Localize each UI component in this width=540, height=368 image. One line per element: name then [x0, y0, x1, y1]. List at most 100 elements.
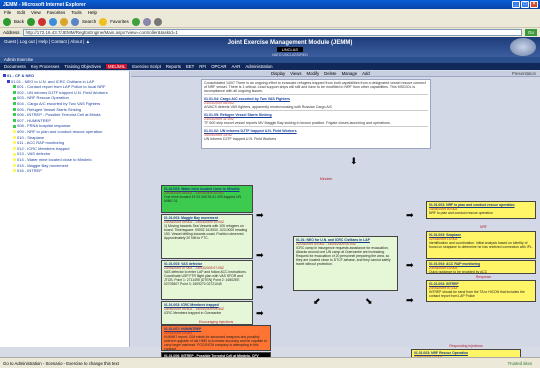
refresh-icon[interactable]	[49, 17, 58, 26]
classification-badge: UNCLAS	[276, 47, 304, 52]
go-button[interactable]: Go	[524, 29, 537, 36]
arrow-right-icon: ➡	[256, 210, 264, 220]
classification-label: NATO UNCLASSIFIED	[272, 53, 308, 57]
status-bar: Go to Administration - Scenario - Exerci…	[0, 357, 540, 368]
arrow-down-icon: ⬇	[350, 156, 358, 166]
presentation-link[interactable]: Presentation	[512, 71, 540, 76]
status-square-icon	[13, 124, 16, 128]
forward-icon[interactable]	[27, 17, 36, 26]
browser-window: JEMM - Microsoft Internet Explorer _ □ ×…	[0, 0, 540, 368]
action-add[interactable]: Add	[362, 71, 370, 76]
status-square-icon	[13, 135, 16, 139]
action-display[interactable]: Display	[271, 71, 285, 76]
status-square-icon	[13, 152, 16, 156]
message-item[interactable]: 01.01.02: UN informs DJTF trapped U.N. F…	[204, 129, 428, 141]
back-icon[interactable]	[3, 17, 11, 26]
response-label: Response	[475, 275, 492, 279]
nav-documents[interactable]: Documents	[4, 64, 26, 69]
event-body: ICRC camp in insurgence requests assista…	[296, 246, 391, 266]
nav-administration[interactable]: Administration	[245, 64, 272, 69]
nav-mel-mil[interactable]: MEL/MIL	[106, 64, 128, 69]
address-bar: Address http://172.16.43.7/JEMM/RegExEng…	[0, 28, 540, 37]
message-item[interactable]: 01.01.04: Cargo A/C escorted by Two VAS …	[204, 97, 428, 109]
favorites-label[interactable]: Favorites	[110, 19, 129, 24]
minimize-button[interactable]: _	[512, 1, 520, 8]
search-icon[interactable]	[71, 17, 80, 26]
event-card[interactable]: 01.01.003: INTREP 23/03/2009 07:21Z INTR…	[426, 280, 536, 302]
event-body: Identification and coordination. Initial…	[429, 241, 533, 249]
event-body: NRF to plan and conduct rescue operation	[429, 211, 493, 215]
menu-view[interactable]: View	[31, 10, 41, 15]
event-card[interactable]: 01.01.003: ACC RAP monitoring 23/03/2009…	[426, 260, 536, 274]
responding-label: Responding Injections	[449, 344, 483, 348]
status-square-icon	[13, 102, 16, 106]
stop-icon[interactable]	[38, 17, 47, 26]
main-nav: Documents Key Processes Training Objecti…	[0, 63, 540, 70]
status-square-icon	[13, 119, 16, 123]
event-body: INTREP should be send from the TA to HIC…	[429, 290, 525, 298]
tree-item[interactable]: 016 - INTREP	[1, 168, 128, 174]
login-links[interactable]: Guest | Log out | Help | Contact | About…	[4, 39, 90, 44]
action-delete[interactable]: Delete	[324, 71, 336, 76]
tree-item-label[interactable]: 016 - INTREP	[17, 168, 42, 174]
home-icon[interactable]	[60, 17, 69, 26]
nav-aar[interactable]: AAR	[232, 64, 241, 69]
arrow-down-right-icon: ⬊	[365, 296, 373, 306]
message-body: UN informs DJTF trapped U.N. Field Worke…	[204, 137, 277, 141]
menu-favorites[interactable]: Favorites	[47, 10, 66, 15]
event-card[interactable]: 01.01.003: Maggie Bay movement 23/03/200…	[161, 214, 253, 259]
mail-icon[interactable]	[142, 17, 151, 26]
arrow-right-icon: ➡	[406, 295, 414, 305]
nav-training-objectives[interactable]: Training Objectives	[64, 64, 101, 69]
event-card[interactable]: 01.01.003: Water mine located close to M…	[161, 185, 253, 213]
main-event-card[interactable]: 01.01: NEO for U.N. and ICRC Civilians i…	[293, 236, 398, 291]
message-summary: Consolidated 14/07 There is an ongoing e…	[204, 81, 426, 93]
nato-logo	[510, 38, 536, 56]
status-square-icon	[13, 147, 16, 151]
nav-reports[interactable]: Reports	[166, 64, 181, 69]
nav-key-processes[interactable]: Key Processes	[31, 64, 60, 69]
status-square-icon	[13, 158, 16, 162]
maximize-button[interactable]: □	[521, 1, 529, 8]
status-square-icon	[7, 79, 10, 83]
favorites-icon[interactable]	[99, 17, 108, 26]
nav-exercise-script[interactable]: Exercise Script	[132, 64, 161, 69]
event-card[interactable]: 01.01.003: VAS defector 23/03/2009 07:00…	[161, 260, 253, 300]
menu-tools[interactable]: Tools	[71, 10, 82, 15]
security-zone: Trusted sites	[507, 360, 532, 366]
print-icon[interactable]	[153, 17, 162, 26]
event-card[interactable]: 01.01.003: Seaplane 22/03/2009 14:00Z Id…	[426, 231, 536, 259]
message-item[interactable]: 01.01.05: Refugee Vessel Starts Sinking …	[204, 113, 428, 125]
menu-edit[interactable]: Edit	[17, 10, 25, 15]
status-square-icon	[3, 74, 6, 78]
event-body: ICRC Members trapped in Ouerzanbe	[164, 311, 222, 315]
action-modify[interactable]: Modify	[306, 71, 319, 76]
address-input[interactable]: http://172.16.43.7/JEMM/RegExEngine/Main…	[22, 29, 522, 36]
status-text: Go to Administration - Scenario - Exerci…	[3, 360, 119, 366]
message-body: A/VACS detects VAS fighters, apparently …	[204, 105, 333, 109]
nav-eet[interactable]: EET	[186, 64, 194, 69]
menu-help[interactable]: Help	[88, 10, 97, 15]
app-header: Guest | Log out | Help | Contact | About…	[0, 37, 540, 57]
main-panel: Display Views Modify Delete Manage Add P…	[131, 71, 540, 366]
address-label: Address	[3, 30, 20, 35]
status-square-icon	[13, 91, 16, 95]
status-square-icon	[13, 141, 16, 145]
close-button[interactable]: ×	[530, 1, 538, 8]
action-views[interactable]: Views	[290, 71, 301, 76]
nav-opcar[interactable]: OPCAR	[211, 64, 226, 69]
nrf-label: NRF	[480, 225, 487, 229]
nav-rfi[interactable]: RFI	[199, 64, 206, 69]
search-label[interactable]: Search	[82, 19, 96, 24]
status-square-icon	[13, 130, 16, 134]
event-card[interactable]: 01.01.003: NRF to plan and conduct rescu…	[426, 201, 536, 219]
menu-file[interactable]: File	[4, 10, 11, 15]
event-card[interactable]: 01.01.007: HUMINTREP 22/03/2009 10:00Z H…	[161, 325, 271, 351]
back-label[interactable]: Back	[14, 19, 24, 24]
arrow-right-icon: ➡	[406, 210, 414, 220]
title-bar: JEMM - Microsoft Internet Explorer _ □ ×	[0, 0, 540, 9]
action-manage[interactable]: Manage	[342, 71, 358, 76]
history-icon[interactable]	[131, 17, 140, 26]
encouraging-label: Encouraging Injections	[198, 320, 234, 324]
mindelo-label: Mindelo	[319, 177, 333, 181]
